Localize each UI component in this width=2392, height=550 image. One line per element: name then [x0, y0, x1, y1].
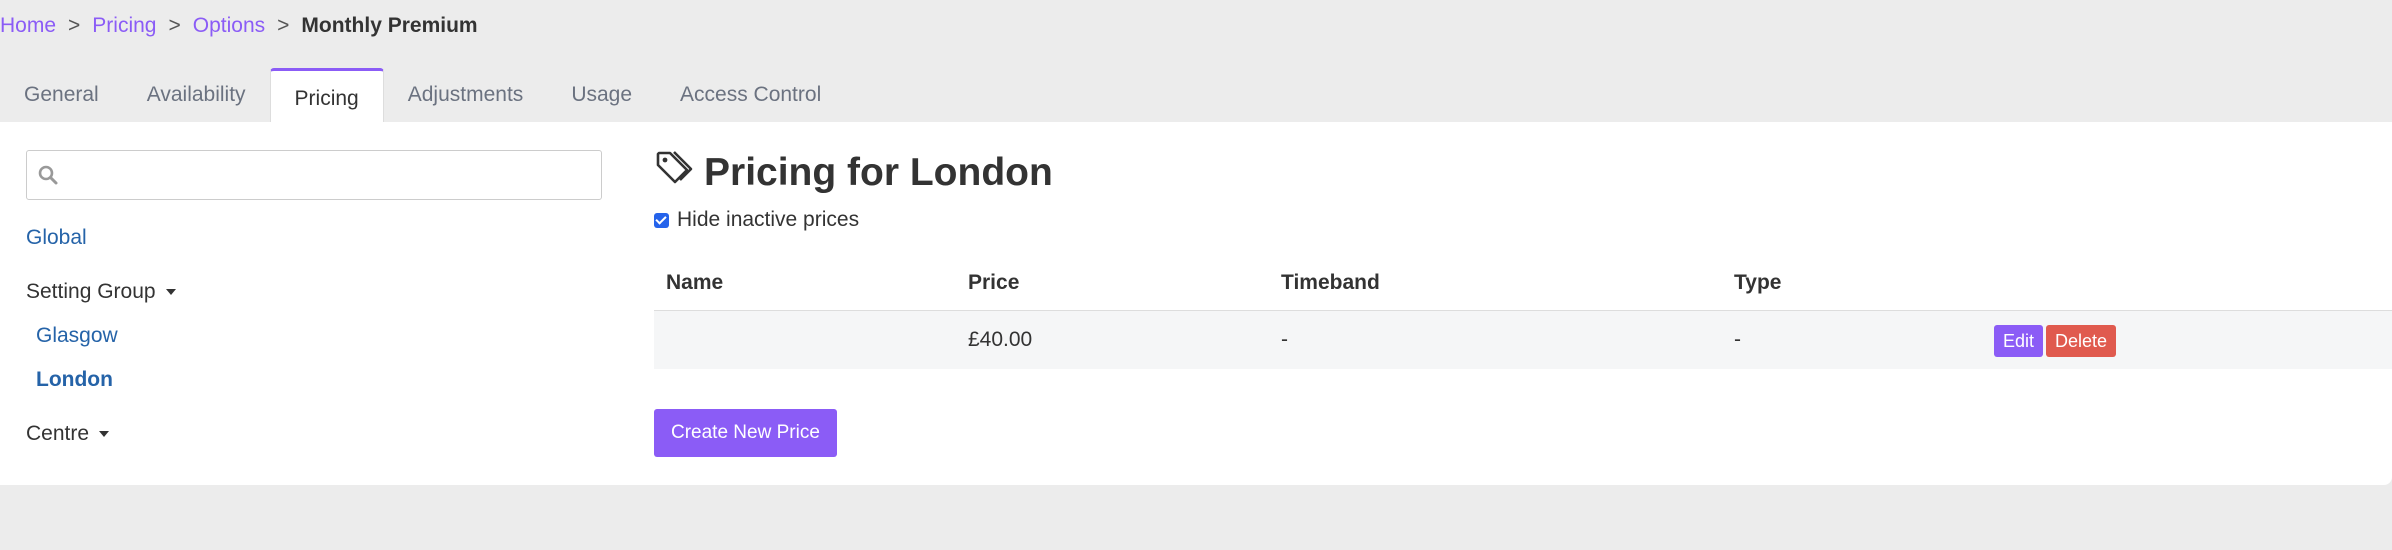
tab-general[interactable]: General [0, 68, 123, 122]
hide-inactive-label[interactable]: Hide inactive prices [677, 208, 859, 232]
breadcrumb-separator: > [168, 14, 181, 37]
setting-group-label: Setting Group [26, 280, 156, 303]
setting-group-toggle[interactable]: Setting Group [26, 280, 176, 304]
cell-timeband: - [1281, 328, 1288, 351]
sidebar-item-global[interactable]: Global [26, 226, 87, 250]
tab-bar: General Availability Pricing Adjustments… [0, 66, 845, 124]
breadcrumb-home[interactable]: Home [0, 14, 56, 38]
create-new-price-button[interactable]: Create New Price [654, 409, 837, 457]
delete-button[interactable]: Delete [2046, 325, 2117, 357]
cell-type: - [1734, 328, 1741, 351]
edit-button[interactable]: Edit [1994, 325, 2044, 357]
column-header-type: Type [1734, 271, 1782, 294]
column-header-name: Name [666, 271, 724, 294]
tab-availability[interactable]: Availability [123, 68, 270, 122]
column-header-price: Price [968, 271, 1020, 294]
centre-toggle[interactable]: Centre [26, 422, 110, 446]
content-panel: Global Setting Group Glasgow London Cent… [0, 122, 2392, 485]
table-row: £40.00 - - Edit Delete [654, 311, 2392, 369]
hide-inactive-row: Hide inactive prices [654, 208, 859, 232]
sidebar-item-glasgow[interactable]: Glasgow [36, 324, 118, 348]
search-icon [37, 164, 59, 191]
page-title: Pricing for London [654, 148, 1053, 198]
pricing-table: Name Price Timeband Type £40.00 - - Edit… [654, 252, 2392, 369]
tab-adjustments[interactable]: Adjustments [384, 68, 548, 122]
tab-pricing[interactable]: Pricing [269, 68, 384, 124]
centre-label: Centre [26, 422, 90, 445]
tab-access-control[interactable]: Access Control [656, 68, 845, 122]
breadcrumb-separator: > [277, 14, 290, 37]
page-title-text: Pricing for London [704, 151, 1053, 194]
breadcrumb-current: Monthly Premium [301, 14, 478, 37]
cell-price: £40.00 [968, 328, 1033, 351]
breadcrumb-separator: > [68, 14, 81, 37]
caret-down-icon [99, 431, 110, 437]
breadcrumb: Home > Pricing > Options > Monthly Premi… [0, 14, 478, 38]
tab-usage[interactable]: Usage [547, 68, 656, 122]
sidebar-item-london[interactable]: London [36, 368, 113, 392]
table-header: Name Price Timeband Type [654, 252, 2392, 311]
breadcrumb-options[interactable]: Options [193, 14, 265, 38]
tag-icon [654, 148, 694, 198]
search-input[interactable] [26, 150, 602, 200]
column-header-timeband: Timeband [1281, 271, 1380, 294]
caret-down-icon [165, 289, 176, 295]
hide-inactive-checkbox[interactable] [654, 212, 669, 228]
breadcrumb-pricing[interactable]: Pricing [92, 14, 156, 38]
